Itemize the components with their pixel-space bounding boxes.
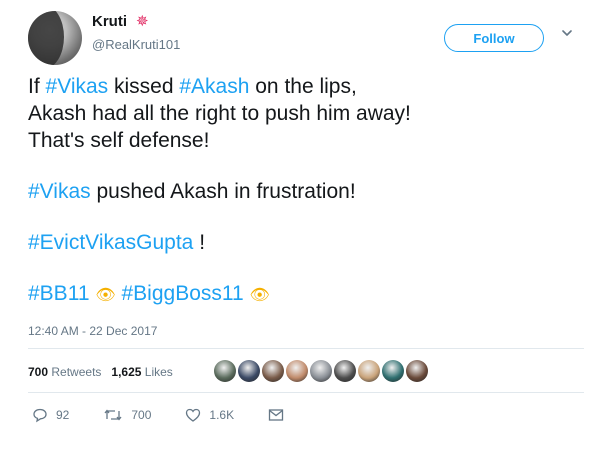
retweets-label: Retweets [51, 365, 102, 379]
retweet-button[interactable]: 700 [103, 407, 151, 423]
liker-avatar[interactable] [238, 360, 260, 382]
avatar[interactable] [28, 11, 82, 65]
tweet-text-segment: ! [193, 231, 206, 254]
hashtag-biggboss11[interactable]: #BiggBoss11 [122, 282, 244, 305]
retweets-count: 700 [28, 365, 49, 379]
retweets-stat[interactable]: 700 Retweets [28, 365, 101, 379]
tweet-text-segment: on the lips, [249, 75, 357, 98]
chevron-down-icon[interactable] [562, 28, 572, 38]
eye-emoji-icon: 👁 [95, 287, 116, 304]
hashtag-evictvikasgupta[interactable]: #EvictVikasGupta [28, 231, 193, 254]
retweet-count: 700 [131, 408, 152, 422]
tweet-text: If #Vikas kissed #Akash on the lips, Akas… [28, 73, 588, 309]
like-count: 1.6K [209, 408, 235, 422]
likes-stat[interactable]: 1,625 Likes [111, 365, 172, 379]
liker-avatar[interactable] [406, 360, 428, 382]
engagement-stats: 700 Retweets 1,625 Likes [28, 365, 173, 379]
user-handle[interactable]: @RealKruti101 [92, 37, 180, 52]
retweet-icon [104, 409, 122, 421]
envelope-icon [268, 409, 284, 421]
tweet-text-segment: pushed Akash in frustration! [90, 180, 356, 203]
hashtag-akash[interactable]: #Akash [179, 75, 249, 98]
tweet-timestamp[interactable]: 12:40 AM - 22 Dec 2017 [28, 324, 157, 338]
liker-avatar[interactable] [334, 360, 356, 382]
tweet-text-segment: kissed [108, 75, 180, 98]
tweet-actions: 92 700 1.6K [32, 407, 284, 423]
reply-button[interactable]: 92 [32, 407, 69, 423]
tweet-line: Akash had all the right to push him away… [28, 102, 411, 125]
eye-emoji-icon: 👁 [249, 287, 270, 304]
divider [28, 348, 584, 349]
reply-count: 92 [56, 408, 70, 422]
hashtag-bb11[interactable]: #BB11 [28, 282, 90, 305]
reply-icon [33, 408, 47, 423]
heart-icon [186, 408, 201, 422]
likes-count: 1,625 [111, 365, 142, 379]
liker-avatar[interactable] [382, 360, 404, 382]
liker-avatar[interactable] [358, 360, 380, 382]
avatar-hair [28, 11, 64, 65]
hashtag-vikas[interactable]: #Vikas [46, 75, 109, 98]
divider [28, 392, 584, 393]
direct-message-button[interactable] [268, 408, 284, 422]
liker-avatar[interactable] [214, 360, 236, 382]
liker-avatars [214, 360, 428, 382]
liker-avatar[interactable] [310, 360, 332, 382]
collision-emoji-icon: ✵ [136, 13, 149, 30]
likes-label: Likes [144, 365, 173, 379]
tweet-text-segment: If [28, 75, 46, 98]
liker-avatar[interactable] [286, 360, 308, 382]
hashtag-vikas[interactable]: #Vikas [28, 180, 91, 203]
liker-avatar[interactable] [262, 360, 284, 382]
tweet-line: That's self defense! [28, 129, 210, 152]
display-name[interactable]: Kruti [92, 13, 127, 30]
follow-button[interactable]: Follow [444, 24, 544, 52]
like-button[interactable]: 1.6K [185, 407, 234, 423]
